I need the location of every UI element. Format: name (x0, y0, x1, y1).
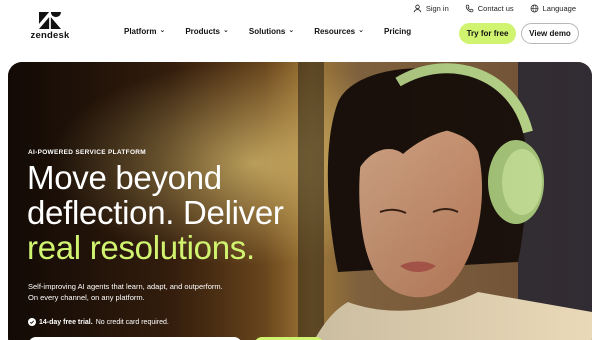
nav-label: Platform (124, 27, 157, 36)
headline-line-1: Move beyond (27, 159, 222, 196)
nav-label: Pricing (384, 27, 412, 36)
zendesk-logo[interactable]: zendesk (28, 12, 72, 41)
nav-item-platform[interactable]: Platform ⌄ (124, 27, 165, 36)
nav-label: Solutions (248, 27, 286, 36)
chevron-down-icon: ⌄ (159, 27, 166, 34)
nav-item-resources[interactable]: Resources ⌄ (314, 27, 364, 36)
main-nav: Platform ⌄ Products ⌄ Solutions ⌄ Resour… (124, 27, 411, 36)
trial-bold: 14-day free trial. (39, 318, 93, 326)
language-label: Language (542, 3, 576, 13)
try-for-free-button[interactable]: Try for free (459, 23, 516, 44)
language-selector[interactable]: Language (530, 4, 576, 13)
hero-headline: Move beyond deflection. Deliver real res… (27, 160, 284, 265)
trial-rest: No credit card required. (95, 318, 169, 326)
user-icon (413, 4, 422, 13)
globe-icon (530, 4, 539, 13)
hero-subtext: Self-improving AI agents that learn, ada… (28, 281, 258, 303)
nav-label: Products (185, 27, 220, 36)
free-trial-note: 14-day free trial. No credit card requir… (28, 318, 169, 326)
logo-wordmark: zendesk (30, 30, 70, 41)
headline-accent: real resolutions. (27, 229, 255, 266)
view-demo-button[interactable]: View demo (521, 23, 579, 44)
check-circle-icon (28, 318, 36, 326)
sign-in-label: Sign in (425, 3, 449, 13)
contact-us-link[interactable]: Contact us (465, 4, 514, 13)
headline-line-2: deflection. Deliver (27, 194, 284, 231)
chevron-down-icon: ⌄ (223, 27, 229, 34)
utility-bar: Sign in Contact us Language (413, 0, 576, 16)
nav-item-solutions[interactable]: Solutions ⌄ (249, 27, 294, 36)
chevron-down-icon: ⌄ (358, 27, 364, 34)
subtext-line-1: Self-improving AI agents that learn, ada… (28, 282, 223, 291)
nav-item-products[interactable]: Products ⌄ (185, 27, 229, 36)
zendesk-logo-icon (39, 12, 61, 29)
hero-banner: AI-POWERED SERVICE PLATFORM Move beyond … (8, 62, 592, 340)
subtext-line-2: On every channel, on any platform. (28, 293, 145, 302)
contact-us-label: Contact us (477, 3, 514, 13)
nav-item-pricing[interactable]: Pricing (384, 27, 411, 36)
phone-icon (465, 4, 474, 13)
hero-eyebrow: AI-POWERED SERVICE PLATFORM (28, 149, 147, 156)
sign-in-link[interactable]: Sign in (413, 4, 449, 13)
chevron-down-icon: ⌄ (288, 27, 295, 34)
nav-label: Resources (314, 27, 356, 36)
